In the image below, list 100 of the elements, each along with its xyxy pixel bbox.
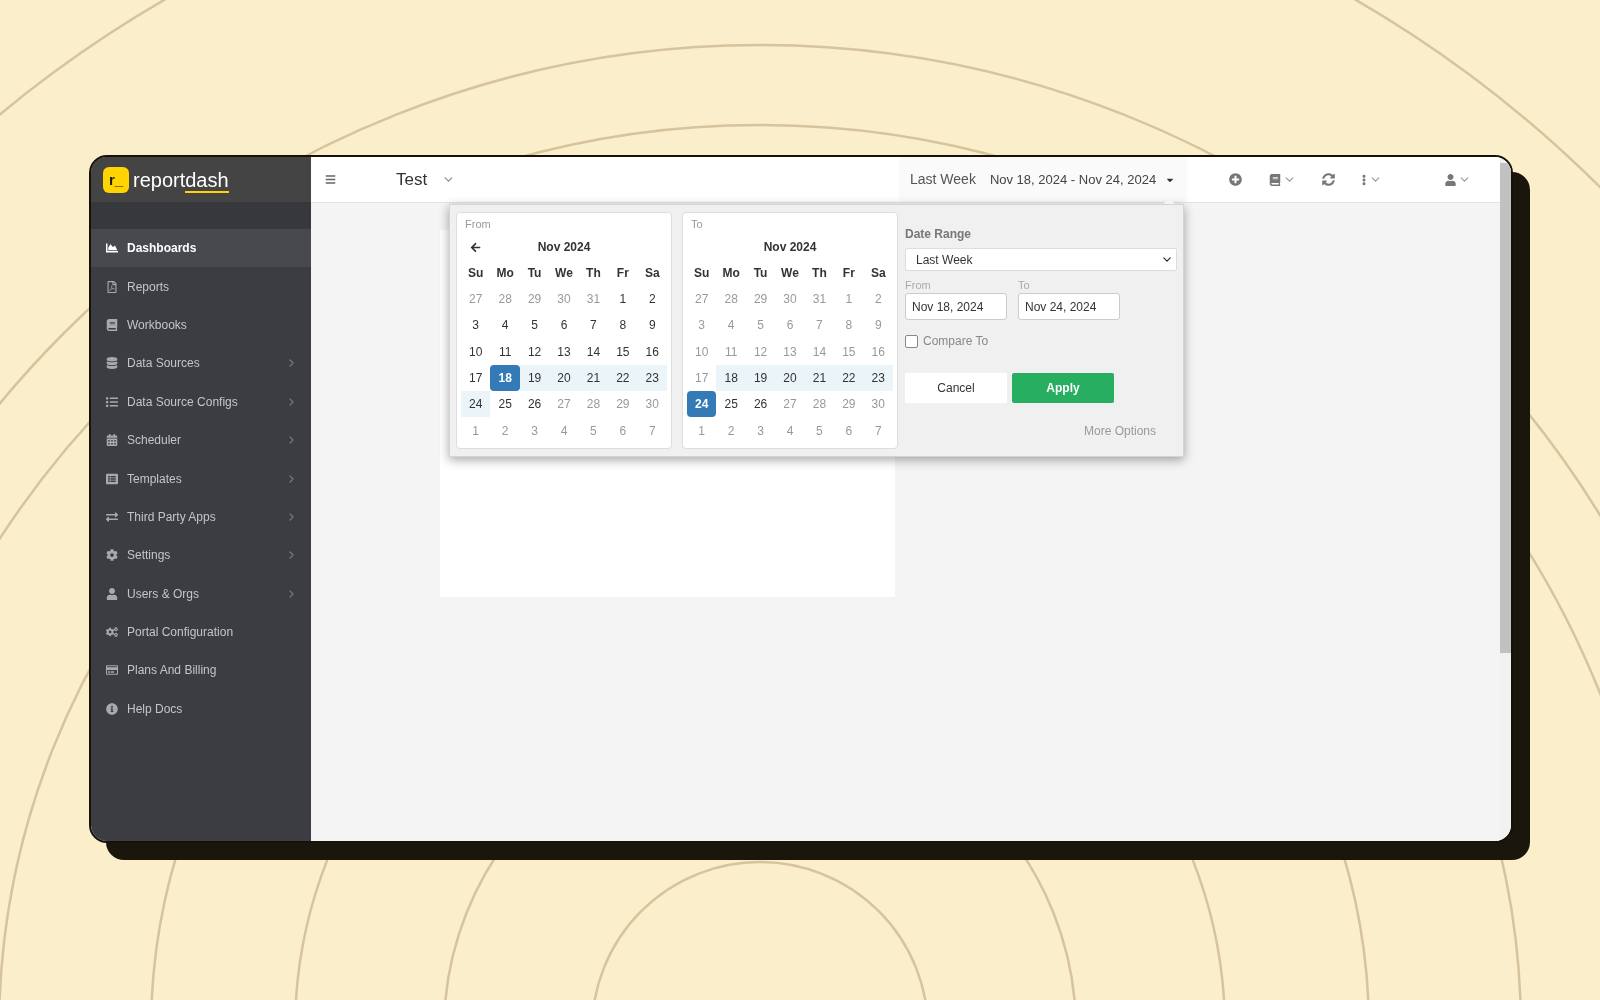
- calendar-day[interactable]: 9: [863, 312, 893, 339]
- arrow-left-icon[interactable]: [470, 241, 482, 253]
- more-vertical-icon[interactable]: [1362, 173, 1366, 186]
- calendar-day[interactable]: 14: [578, 338, 609, 365]
- calendar-day[interactable]: 27: [461, 286, 491, 313]
- calendar-day[interactable]: 6: [608, 417, 638, 444]
- calendar-day[interactable]: 11: [716, 338, 746, 365]
- calendar-day[interactable]: 15: [834, 338, 864, 365]
- calendar-day[interactable]: 28: [804, 391, 835, 418]
- sidebar-item[interactable]: Third Party Apps: [91, 497, 311, 537]
- calendar-day[interactable]: 7: [637, 417, 667, 444]
- refresh-icon[interactable]: [1322, 173, 1335, 186]
- sidebar-item[interactable]: Data Source Configs: [91, 382, 311, 421]
- calendar-day[interactable]: 29: [834, 391, 864, 418]
- calendar-day[interactable]: 19: [745, 364, 776, 392]
- sidebar-item[interactable]: Scheduler: [91, 420, 311, 460]
- chevron-down-icon[interactable]: [1460, 177, 1469, 182]
- calendar-day[interactable]: 27: [687, 286, 717, 313]
- sidebar-item[interactable]: Templates: [91, 459, 311, 498]
- date-range-button[interactable]: Last Week Nov 18, 2024 - Nov 24, 2024: [899, 157, 1187, 202]
- calendar-day[interactable]: 7: [578, 312, 609, 339]
- calendar-day[interactable]: 22: [834, 364, 864, 392]
- calendar-day[interactable]: 17: [687, 364, 717, 392]
- calendar-day[interactable]: 30: [549, 286, 579, 313]
- chevron-down-icon[interactable]: [1285, 177, 1294, 182]
- calendar-day[interactable]: 29: [608, 391, 638, 418]
- scrollbar-thumb[interactable]: [1500, 163, 1511, 653]
- sidebar-item[interactable]: Dashboards: [91, 229, 311, 268]
- compare-checkbox[interactable]: [905, 334, 918, 348]
- sidebar-item[interactable]: Users & Orgs: [91, 574, 311, 613]
- calendar-day[interactable]: 13: [549, 338, 579, 365]
- calendar-day[interactable]: 28: [490, 286, 520, 313]
- chevron-down-icon[interactable]: [1371, 177, 1380, 182]
- sidebar-item[interactable]: Reports: [91, 267, 311, 306]
- calendar-day[interactable]: 1: [608, 286, 638, 313]
- calendar-day[interactable]: 24: [687, 391, 717, 418]
- cancel-button[interactable]: Cancel: [905, 373, 1007, 403]
- calendar-day[interactable]: 8: [608, 312, 638, 339]
- sidebar-item[interactable]: Workbooks: [91, 305, 311, 345]
- calendar-day[interactable]: 1: [687, 417, 717, 444]
- date-range-select[interactable]: Last Week: [905, 248, 1177, 271]
- calendar-day[interactable]: 16: [863, 338, 893, 365]
- sidebar-item[interactable]: Settings: [91, 536, 311, 575]
- sidebar-item[interactable]: Portal Configuration: [91, 612, 311, 652]
- calendar-day[interactable]: 30: [863, 391, 893, 418]
- calendar-day[interactable]: 30: [775, 286, 805, 313]
- calendar-day[interactable]: 27: [775, 391, 805, 418]
- apply-button[interactable]: Apply: [1012, 373, 1114, 403]
- calendar-day[interactable]: 7: [804, 312, 835, 339]
- date-input[interactable]: Nov 24, 2024: [1018, 293, 1120, 320]
- calendar-day[interactable]: 5: [745, 312, 776, 339]
- calendar-day[interactable]: 4: [490, 312, 520, 339]
- calendar-day[interactable]: 28: [578, 391, 609, 418]
- calendar-day[interactable]: 2: [637, 286, 667, 313]
- calendar-day[interactable]: 15: [608, 338, 638, 365]
- calendar-day[interactable]: 26: [745, 391, 776, 418]
- calendar-day[interactable]: 2: [863, 286, 893, 313]
- calendar-day[interactable]: 2: [716, 417, 746, 444]
- calendar-day[interactable]: 31: [804, 286, 835, 313]
- calendar-day[interactable]: 5: [578, 417, 609, 444]
- calendar-day[interactable]: 1: [461, 417, 491, 444]
- calendar-day[interactable]: 20: [775, 364, 805, 392]
- calendar-day[interactable]: 29: [519, 286, 550, 313]
- calendar-day[interactable]: 20: [549, 364, 579, 392]
- calendar-day[interactable]: 27: [549, 391, 579, 418]
- calendar-day[interactable]: 26: [519, 391, 550, 418]
- more-options-link[interactable]: More Options: [1083, 424, 1156, 438]
- calendar-day[interactable]: 16: [637, 338, 667, 365]
- calendar-day[interactable]: 18: [490, 364, 520, 392]
- calendar-day[interactable]: 31: [578, 286, 609, 313]
- menu-icon[interactable]: [325, 174, 336, 185]
- calendar-day[interactable]: 12: [745, 338, 776, 365]
- calendar-day[interactable]: 21: [578, 364, 609, 392]
- calendar-day[interactable]: 5: [804, 417, 835, 444]
- calendar-day[interactable]: 8: [834, 312, 864, 339]
- calendar-day[interactable]: 19: [519, 364, 550, 392]
- calendar-day[interactable]: 17: [461, 364, 491, 392]
- calendar-day[interactable]: 1: [834, 286, 864, 313]
- calendar-day[interactable]: 25: [716, 391, 746, 418]
- calendar-day[interactable]: 24: [461, 391, 491, 418]
- calendar-day[interactable]: 10: [687, 338, 717, 365]
- calendar-day[interactable]: 25: [490, 391, 520, 418]
- calendar-day[interactable]: 3: [745, 417, 776, 444]
- calendar-day[interactable]: 3: [519, 417, 550, 444]
- calendar-day[interactable]: 22: [608, 364, 638, 392]
- calendar-day[interactable]: 29: [745, 286, 776, 313]
- sidebar-item[interactable]: Plans And Billing: [91, 651, 311, 690]
- sidebar-item[interactable]: Data Sources: [91, 344, 311, 383]
- dashboard-title-dropdown[interactable]: Test: [396, 164, 454, 195]
- calendar-day[interactable]: 23: [637, 364, 667, 392]
- calendar-day[interactable]: 5: [519, 312, 550, 339]
- book-icon[interactable]: [1269, 173, 1281, 186]
- calendar-day[interactable]: 18: [716, 364, 746, 392]
- calendar-day[interactable]: 3: [461, 312, 491, 339]
- calendar-day[interactable]: 14: [804, 338, 835, 365]
- calendar-day[interactable]: 6: [834, 417, 864, 444]
- calendar-day[interactable]: 28: [716, 286, 746, 313]
- calendar-day[interactable]: 3: [687, 312, 717, 339]
- calendar-day[interactable]: 13: [775, 338, 805, 365]
- calendar-day[interactable]: 11: [490, 338, 520, 365]
